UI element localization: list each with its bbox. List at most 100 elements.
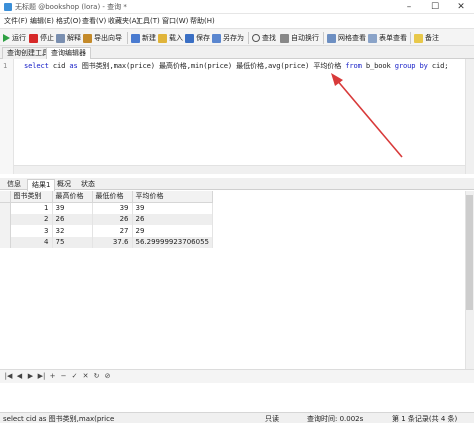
status-query-text: select cid as 图书类别,max(price — [3, 415, 115, 423]
title-bar: 无标题 @bookshop (lora) - 查询 * – ☐ ✕ — [0, 0, 474, 14]
row-indicator — [0, 202, 11, 214]
column-header-min[interactable]: 最低价格 — [92, 191, 133, 203]
word-wrap-icon — [280, 33, 289, 43]
export-wizard-label: 导出向导 — [94, 34, 122, 42]
new-button[interactable]: 新建 — [131, 32, 156, 44]
explain-button[interactable]: 解释 — [56, 32, 81, 44]
add-record-button[interactable]: + — [48, 372, 57, 381]
sql-text[interactable]: select cid as 图书类别,max(price) 最高价格,min(p… — [24, 61, 448, 71]
search-icon — [252, 34, 260, 42]
toolbar-divider — [248, 32, 249, 44]
menu-edit[interactable]: 编辑(E) — [30, 16, 54, 26]
form-view-button[interactable]: 表单查看 — [368, 32, 407, 44]
sql-editor[interactable]: 1 select cid as 图书类别,max(price) 最高价格,min… — [0, 59, 474, 174]
find-button[interactable]: 查找 — [252, 32, 276, 44]
new-label: 新建 — [142, 34, 156, 42]
column-header-avg[interactable]: 平均价格 — [132, 191, 213, 203]
cell-max[interactable]: 32 — [52, 225, 93, 237]
cell-min[interactable]: 39 — [92, 202, 133, 214]
discard-changes-button[interactable]: ✕ — [81, 372, 90, 381]
run-button[interactable]: 运行 — [3, 32, 26, 44]
row-indicator — [0, 236, 11, 248]
line-number-gutter: 1 — [0, 59, 14, 174]
cell-min[interactable]: 26 — [92, 213, 133, 225]
cell-min[interactable]: 27 — [92, 225, 133, 237]
sql-aggregates: 图书类别,max(price) 最高价格,min(price) 最低价格,avg… — [77, 61, 346, 70]
cell-avg[interactable]: 39 — [132, 202, 213, 214]
stop-icon — [29, 33, 38, 43]
tab-result1[interactable]: 结果1 — [27, 179, 56, 191]
grid-scroll-thumb[interactable] — [466, 195, 473, 310]
save-label: 保存 — [196, 34, 210, 42]
result-grid[interactable]: 图书类别 最高价格 最低价格 平均价格 1 39 39 39 2 26 26 2… — [0, 191, 474, 369]
cell-min[interactable]: 37.6 — [92, 236, 133, 248]
cell-cid[interactable]: 2 — [10, 213, 53, 225]
menu-bar: 文件(F) 编辑(E) 格式(O) 查看(V) 收藏夹(A) 工具(T) 窗口(… — [0, 14, 474, 27]
editor-horizontal-scrollbar[interactable] — [14, 165, 465, 174]
table-row[interactable]: 2 26 26 26 — [0, 213, 213, 225]
header-row: 图书类别 最高价格 最低价格 平均价格 — [0, 191, 213, 203]
minimize-button[interactable]: – — [396, 0, 422, 14]
table-row[interactable]: 1 39 39 39 — [0, 202, 213, 214]
find-label: 查找 — [262, 34, 276, 42]
cell-cid[interactable]: 1 — [10, 202, 53, 214]
result-table: 图书类别 最高价格 最低价格 平均价格 1 39 39 39 2 26 26 2… — [0, 191, 213, 248]
first-record-button[interactable]: |◀ — [4, 372, 13, 381]
sql-table: b_book — [361, 61, 395, 70]
word-wrap-button[interactable]: 自动换行 — [280, 32, 319, 44]
row-indicator — [0, 225, 11, 237]
export-wizard-button[interactable]: 导出向导 — [83, 32, 122, 44]
menu-view[interactable]: 查看(V) — [82, 16, 106, 26]
save-as-label: 另存为 — [223, 34, 244, 42]
editor-vertical-scrollbar[interactable] — [465, 59, 474, 174]
save-button[interactable]: 保存 — [185, 32, 210, 44]
refresh-button[interactable]: ↻ — [92, 372, 101, 381]
new-query-icon — [131, 33, 140, 43]
query-tab-strip: 查询创建工具 查询编辑器 — [0, 46, 474, 60]
tab-status[interactable]: 状态 — [77, 179, 99, 190]
cell-avg[interactable]: 26 — [132, 213, 213, 225]
menu-format[interactable]: 格式(O) — [56, 16, 81, 26]
menu-window[interactable]: 窗口(W) — [162, 16, 188, 26]
sql-keyword-from: from — [345, 61, 362, 70]
close-button[interactable]: ✕ — [448, 0, 474, 14]
save-as-button[interactable]: 另存为 — [212, 32, 244, 44]
cell-max[interactable]: 26 — [52, 213, 93, 225]
last-record-button[interactable]: ▶| — [37, 372, 46, 381]
prev-record-button[interactable]: ◀ — [15, 372, 24, 381]
note-button[interactable]: 备注 — [414, 32, 439, 44]
table-row[interactable]: 4 75 37.6 56.29999923706055 — [0, 236, 213, 248]
load-button[interactable]: 载入 — [158, 32, 183, 44]
menu-favorites[interactable]: 收藏夹(A) — [108, 16, 139, 26]
stop-button[interactable]: 停止 — [29, 32, 54, 44]
cell-avg[interactable]: 29 — [132, 225, 213, 237]
next-record-button[interactable]: ▶ — [26, 372, 35, 381]
cell-cid[interactable]: 3 — [10, 225, 53, 237]
cell-max[interactable]: 75 — [52, 236, 93, 248]
cell-avg[interactable]: 56.29999923706055 — [132, 236, 213, 248]
delete-record-button[interactable]: − — [59, 372, 68, 381]
apply-changes-button[interactable]: ✓ — [70, 372, 79, 381]
toolbar-divider — [410, 32, 411, 44]
menu-file[interactable]: 文件(F) — [4, 16, 28, 26]
column-header-max[interactable]: 最高价格 — [52, 191, 93, 203]
run-icon — [3, 34, 10, 42]
stop-loading-button[interactable]: ⊘ — [103, 372, 112, 381]
toolbar-divider — [323, 32, 324, 44]
tab-info[interactable]: 信息 — [3, 179, 25, 190]
cell-cid[interactable]: 4 — [10, 236, 53, 248]
menu-help[interactable]: 帮助(H) — [190, 16, 215, 26]
table-row[interactable]: 3 32 27 29 — [0, 225, 213, 237]
export-icon — [83, 33, 92, 43]
window-title: 无标题 @bookshop (lora) - 查询 * — [15, 3, 127, 11]
menu-tools[interactable]: 工具(T) — [136, 16, 160, 26]
maximize-button[interactable]: ☐ — [422, 0, 448, 14]
line-number: 1 — [3, 62, 8, 70]
grid-view-button[interactable]: 网格查看 — [327, 32, 366, 44]
toolbar-divider — [127, 32, 128, 44]
column-header-cid[interactable]: 图书类别 — [10, 191, 53, 203]
sql-keyword-as: as — [69, 61, 78, 70]
cell-max[interactable]: 39 — [52, 202, 93, 214]
tab-profile[interactable]: 概况 — [53, 179, 75, 190]
explain-label: 解释 — [67, 34, 81, 42]
